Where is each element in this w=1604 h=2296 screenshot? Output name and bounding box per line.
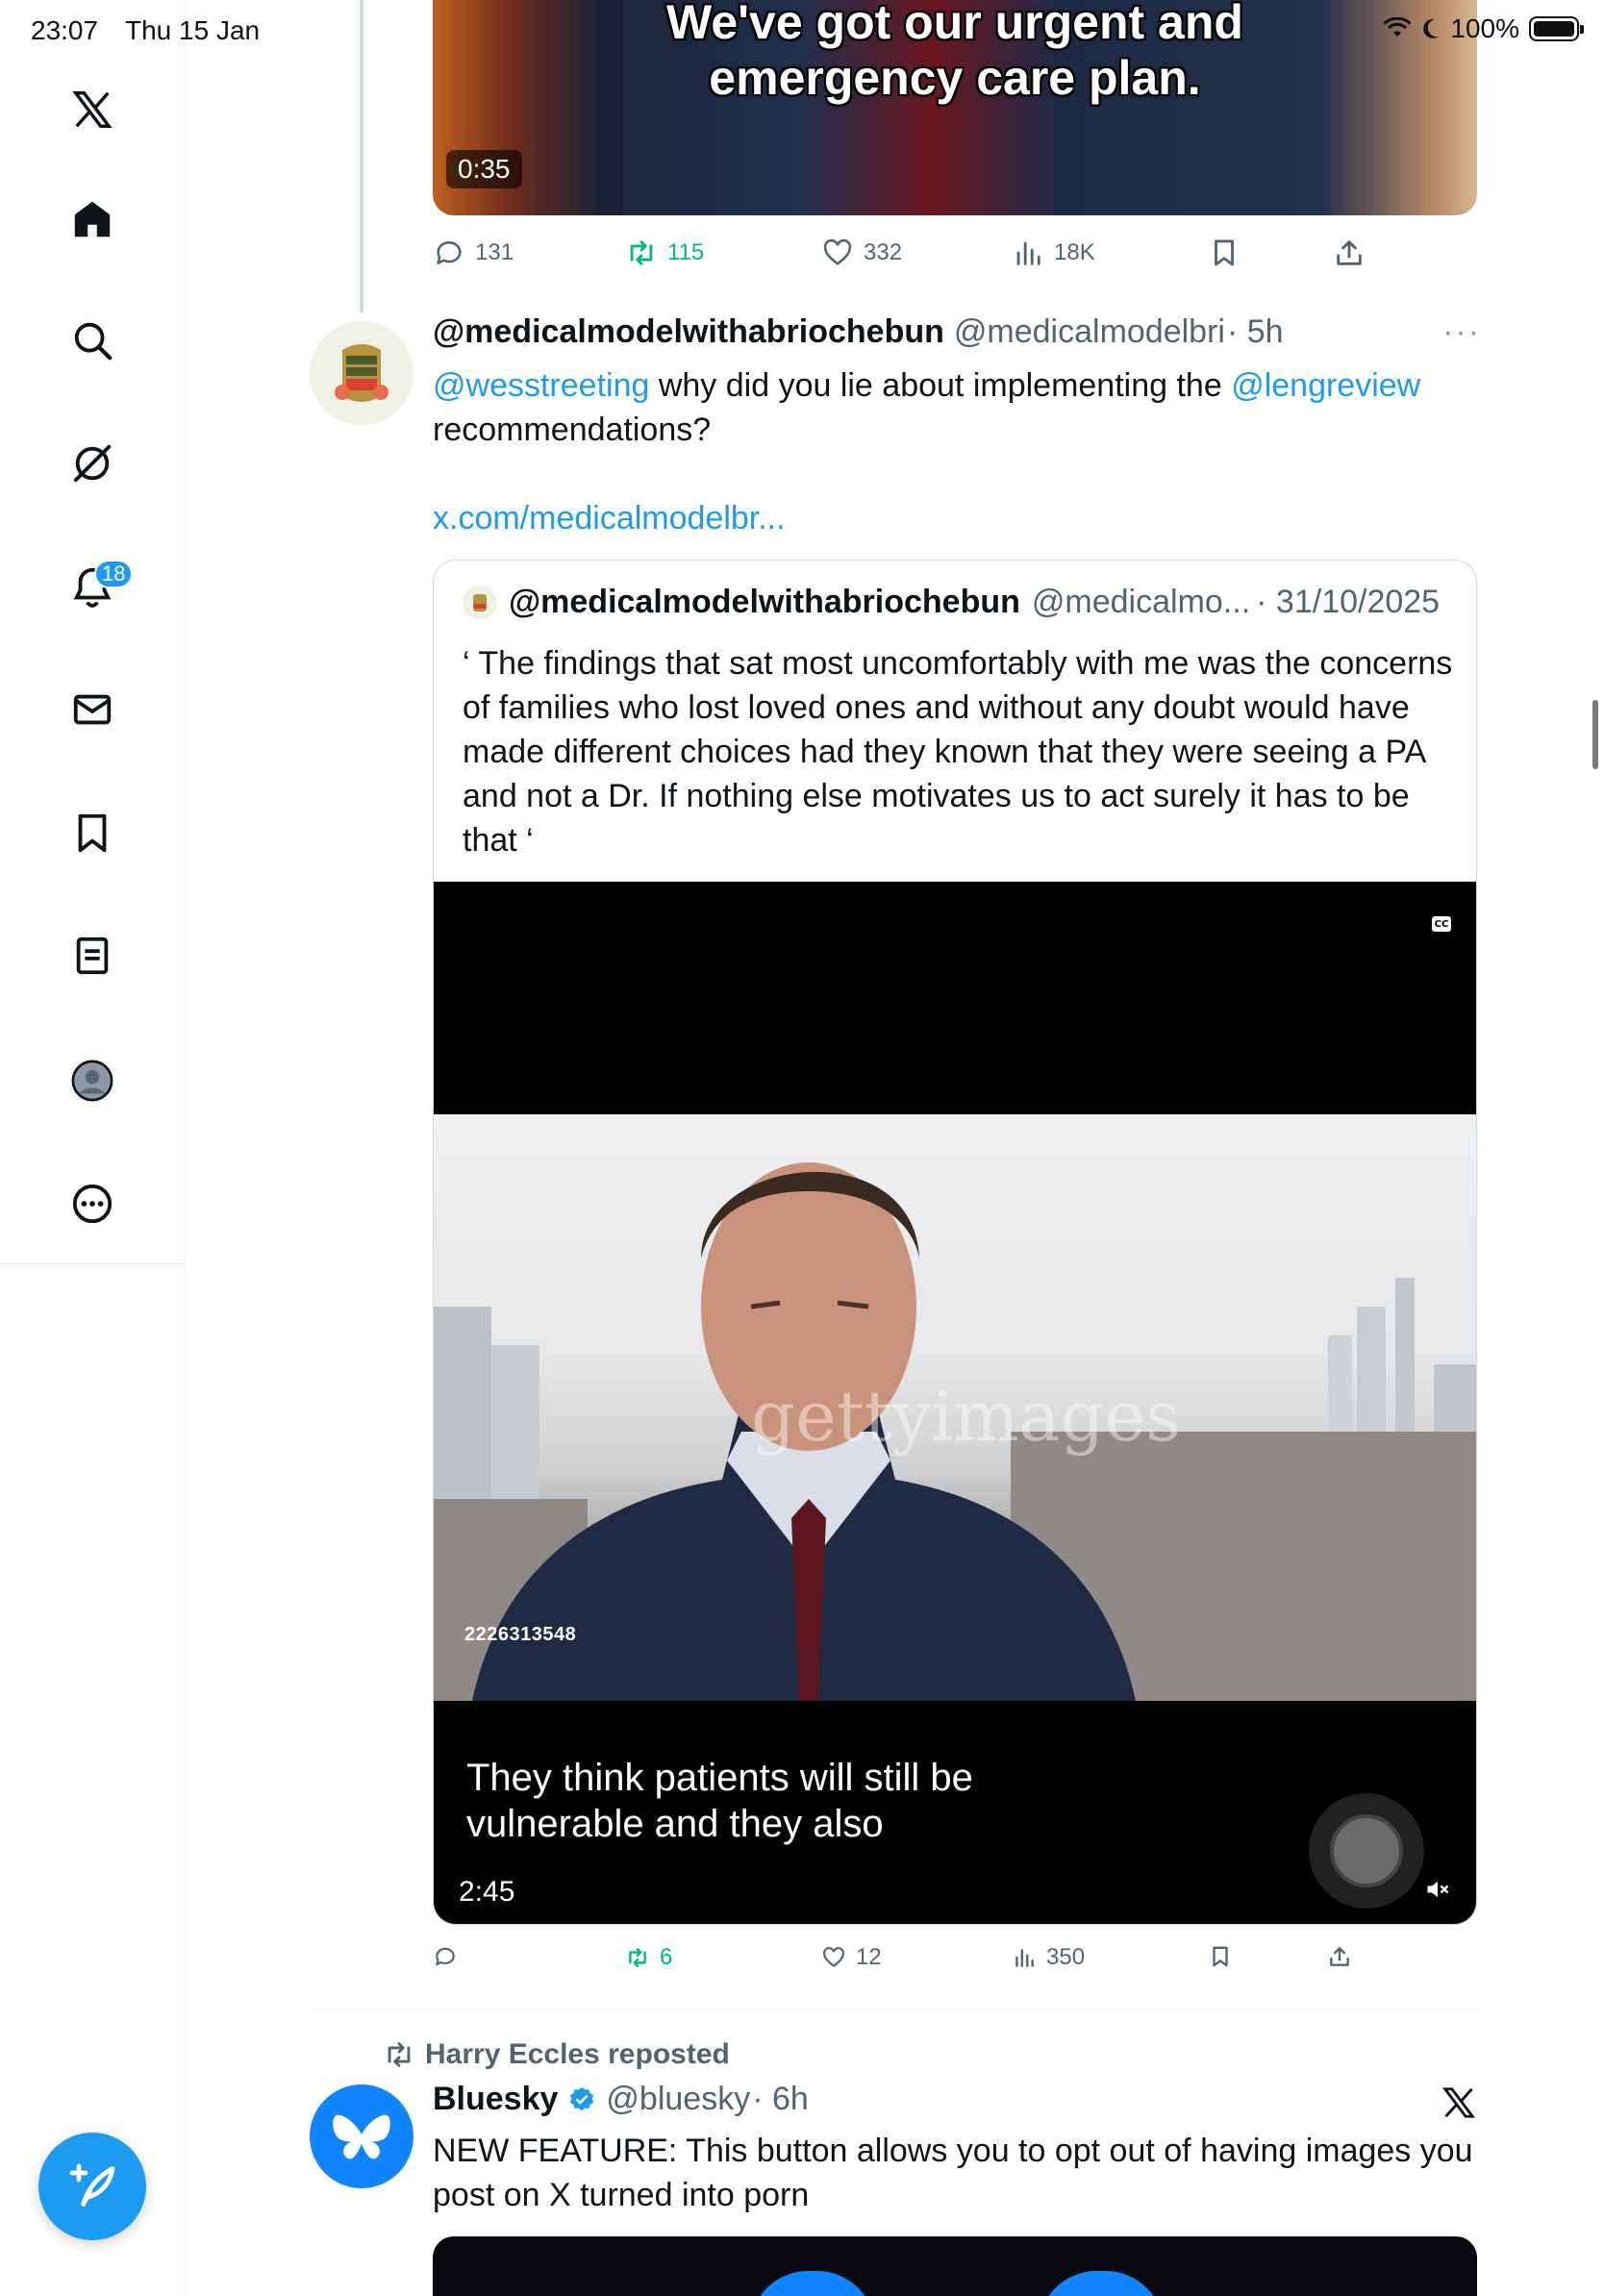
more-options-icon[interactable]: ··· (1442, 313, 1481, 351)
tweet-link[interactable]: x.com/medicalmodelbr... (433, 500, 786, 537)
reply-button[interactable]: 131 (433, 237, 514, 269)
messages-icon[interactable] (63, 681, 121, 738)
share-button[interactable] (1333, 237, 1366, 269)
lists-icon[interactable] (63, 927, 121, 985)
repost-button[interactable]: 115 (625, 237, 704, 269)
status-right: 100% (1383, 13, 1584, 44)
avatar[interactable] (310, 2084, 414, 2188)
profile-icon[interactable] (63, 1052, 121, 1110)
view-count: 18K (1054, 239, 1095, 265)
compose-post-button[interactable] (38, 2133, 146, 2240)
quoted-video-player[interactable]: CC gettyimages 2226313548 They think pat… (434, 882, 1476, 1924)
repost-icon (629, 1948, 646, 1967)
view-count: 350 (1046, 1944, 1086, 1970)
display-name[interactable]: Bluesky (433, 2081, 558, 2118)
x-logo-icon[interactable] (63, 81, 121, 138)
bookmark-icon (1215, 239, 1234, 266)
battery-icon (1529, 16, 1584, 41)
video-image-id: 2226313548 (464, 1624, 577, 1645)
reply-button[interactable] (433, 1944, 467, 1969)
tweet-time[interactable]: · 6h (752, 2081, 809, 2118)
quoted-tweet-text: ‘ The findings that sat most uncomfortab… (463, 645, 1453, 859)
display-name[interactable]: @medicalmodelwithabriochebun (433, 313, 944, 351)
quoted-display-name: @medicalmodelwithabriochebun (509, 584, 1020, 620)
video-duration: 0:35 (446, 150, 522, 188)
reply-count: 131 (475, 239, 514, 265)
like-button[interactable]: 12 (821, 1944, 882, 1971)
tweet-text: NEW FEATURE: This button allows you to o… (433, 2133, 1473, 2213)
video-subtitle: They think patients will still be vulner… (466, 1757, 973, 1845)
share-icon (1330, 1947, 1349, 1966)
heart-icon (823, 1947, 844, 1967)
compose-post-icon (69, 2163, 115, 2207)
views-button[interactable]: 18K (1012, 237, 1095, 269)
repost-label[interactable]: Harry Eccles reposted (425, 2038, 730, 2071)
reply-icon (437, 241, 462, 264)
repost-indicator: Harry Eccles reposted (383, 2038, 730, 2071)
closed-captions-button[interactable]: CC (1432, 916, 1451, 932)
butterfly-icon (333, 2114, 390, 2159)
home-icon[interactable] (63, 190, 121, 248)
tweet-media[interactable] (433, 2236, 1477, 2296)
gmc-logo-avatar-icon (310, 321, 414, 425)
like-button[interactable]: 332 (821, 237, 902, 269)
quoted-tweet-header: @medicalmodelwithabriochebun @medicalmo.… (463, 584, 1440, 621)
status-date: Thu 15 Jan (125, 15, 261, 45)
video-duration: 2:45 (459, 1876, 515, 1908)
battery-percent: 100% (1450, 13, 1519, 43)
muted-speaker-icon[interactable] (1424, 1876, 1451, 1903)
views-icon (1015, 1949, 1034, 1967)
quoted-tweet-card[interactable]: @medicalmodelwithabriochebun @medicalmo.… (433, 560, 1477, 1925)
x-logo-icon (1441, 2087, 1476, 2118)
share-button[interactable] (1327, 1944, 1352, 1969)
bookmark-button[interactable] (1208, 1944, 1233, 1969)
tweet-header: Bluesky @bluesky · 6h (433, 2081, 809, 2118)
quoted-handle: @medicalmo... (1031, 584, 1251, 620)
repost-count: 115 (667, 239, 705, 265)
scrollbar[interactable] (1592, 700, 1598, 769)
bookmarks-icon[interactable] (63, 804, 121, 861)
previous-tweet-actions: 131 115 332 18K (433, 237, 1477, 279)
status-time: 23:07 (31, 15, 99, 45)
moon-icon (1423, 18, 1440, 38)
user-handle[interactable]: @bluesky (606, 2081, 750, 2118)
search-icon[interactable] (63, 312, 121, 369)
like-count: 12 (856, 1944, 882, 1970)
tweet-time[interactable]: · 5h (1227, 313, 1284, 351)
share-icon (1337, 240, 1362, 265)
mention-link[interactable]: @wesstreeting (433, 367, 649, 404)
wifi-icon (1383, 17, 1412, 37)
grok-icon[interactable] (63, 435, 121, 492)
repost-icon (630, 240, 653, 265)
reply-icon (436, 1947, 455, 1966)
repost-button[interactable]: 6 (625, 1944, 672, 1971)
user-handle[interactable]: @medicalmodelbri (954, 313, 1225, 351)
repost-count: 6 (660, 1944, 673, 1970)
like-count: 332 (864, 239, 903, 265)
bookmark-icon (1213, 1946, 1228, 1967)
bookmark-button[interactable] (1208, 237, 1241, 269)
views-button[interactable]: 350 (1012, 1944, 1085, 1971)
notifications-badge: 18 (94, 560, 134, 588)
avatar[interactable] (310, 321, 414, 425)
verified-badge-icon (570, 2086, 594, 2110)
sidebar: 18 (0, 0, 185, 2296)
quoted-time: · 31/10/2025 (1256, 584, 1441, 620)
views-icon (1016, 241, 1040, 265)
status-bar: 23:07 Thu 15 Jan 100% (0, 0, 1604, 62)
quoted-avatar (463, 585, 497, 620)
tweet-header: @medicalmodelwithabriochebun @medicalmod… (433, 313, 1284, 351)
video-watermark: gettyimages (751, 1376, 1182, 1457)
sidebar-divider (0, 1263, 185, 1264)
video-frame: gettyimages 2226313548 (434, 1114, 1476, 1701)
quoted-tweet-actions: 6 12 350 (433, 1944, 1477, 1986)
more-icon[interactable] (63, 1175, 121, 1233)
mention-link[interactable]: @lengreview (1231, 367, 1420, 404)
video-scrubber-handle[interactable] (1309, 1793, 1424, 1909)
repost-icon (388, 2042, 411, 2067)
heart-icon (823, 238, 852, 265)
tweet-text: @wesstreeting why did you lie about impl… (433, 367, 1421, 537)
